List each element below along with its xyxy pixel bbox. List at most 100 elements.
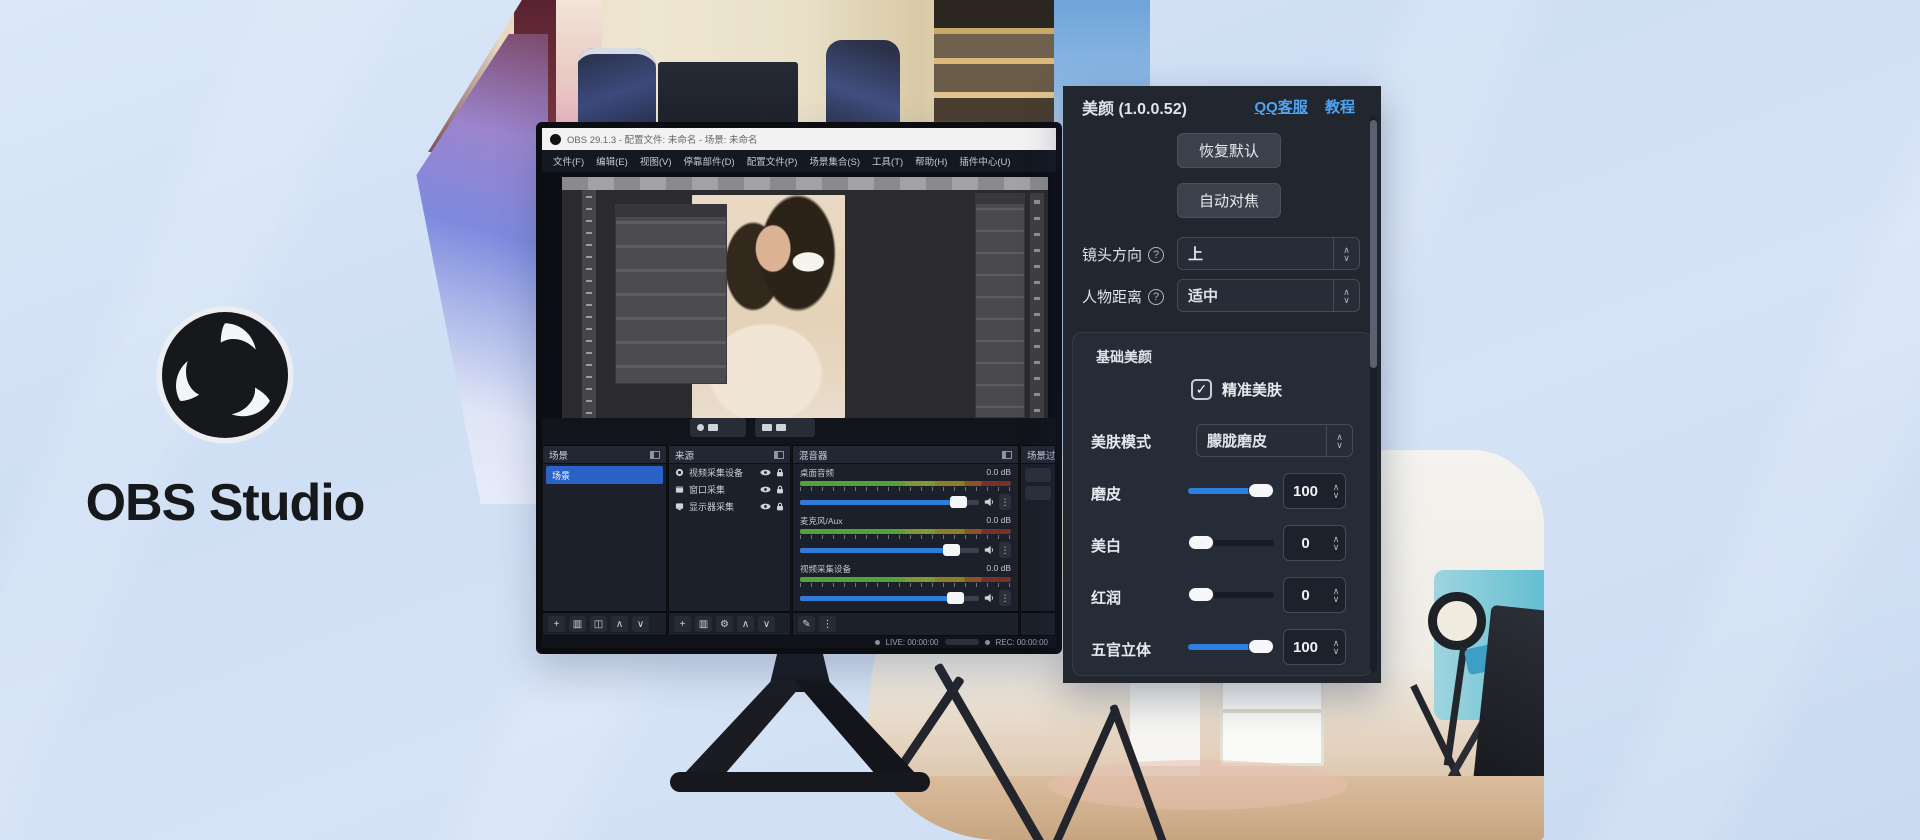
smooth-skin-value-box[interactable]: 100 ∧ ∨ [1283, 473, 1346, 509]
mixer-channel: 麦克风/Aux 0.0 dB ⋮ [793, 512, 1018, 560]
eye-icon[interactable] [760, 469, 771, 476]
volume-handle[interactable] [943, 544, 960, 556]
value-spinner[interactable]: ∧ ∨ [1327, 474, 1345, 508]
dock-popout-icon[interactable] [774, 451, 784, 459]
person-distance-select[interactable]: 适中 ∧ ∨ [1177, 279, 1360, 312]
slider-value: 100 [1284, 483, 1327, 500]
audio-meter [800, 529, 1011, 534]
move-source-up-button[interactable]: ∧ [737, 616, 754, 632]
scene-filters-button[interactable]: ◫ [590, 616, 607, 632]
chevron-down-icon: ∨ [1333, 543, 1340, 551]
value-spinner[interactable]: ∧ ∨ [1327, 526, 1345, 560]
menu-view[interactable]: 视图(V) [635, 152, 677, 170]
volume-handle[interactable] [947, 592, 964, 604]
volume-slider[interactable] [800, 596, 979, 601]
slider-handle[interactable] [1248, 483, 1274, 498]
bitrate-indicator [945, 639, 979, 645]
select-spinner[interactable]: ∧ ∨ [1326, 425, 1352, 456]
transition-select[interactable] [1025, 468, 1051, 482]
eye-icon[interactable] [760, 486, 771, 493]
rosy-slider[interactable] [1188, 592, 1274, 598]
slider-handle[interactable] [1188, 587, 1214, 602]
camera-direction-value: 上 [1178, 243, 1333, 264]
remove-source-button[interactable]: ▥ [695, 616, 712, 632]
lock-icon[interactable] [776, 502, 784, 511]
channel-menu-button[interactable]: ⋮ [999, 590, 1011, 606]
help-icon[interactable]: ? [1148, 247, 1164, 263]
select-spinner[interactable]: ∧ ∨ [1333, 238, 1359, 269]
volume-handle[interactable] [950, 496, 967, 508]
menu-docks[interactable]: 停靠部件(D) [678, 152, 739, 170]
menu-plugin-center[interactable]: 插件中心(U) [954, 152, 1015, 170]
tutorial-link[interactable]: 教程 [1325, 99, 1355, 116]
move-scene-down-button[interactable]: ∨ [632, 616, 649, 632]
menu-tools[interactable]: 工具(T) [867, 152, 908, 170]
ps-panel-icons [1030, 193, 1044, 418]
volume-slider[interactable] [800, 548, 979, 553]
transitions-title: 场景过渡 [1027, 448, 1055, 462]
scene-item-selected[interactable]: 场景 [546, 466, 663, 484]
source-label: 视频采集设备 [689, 466, 755, 479]
chevron-down-icon: ∨ [1333, 595, 1340, 603]
transition-duration[interactable] [1025, 486, 1051, 500]
help-icon[interactable]: ? [1148, 289, 1164, 305]
preview-tab-2[interactable] [755, 418, 815, 437]
obs-preview-canvas[interactable] [542, 172, 1056, 418]
add-scene-button[interactable]: + [548, 616, 565, 632]
lock-icon[interactable] [776, 468, 784, 477]
volume-slider[interactable] [800, 500, 979, 505]
remove-scene-button[interactable]: ▥ [569, 616, 586, 632]
eye-icon[interactable] [760, 503, 771, 510]
ps-layers-panel [615, 204, 727, 384]
move-source-down-button[interactable]: ∨ [758, 616, 775, 632]
channel-menu-button[interactable]: ⋮ [999, 494, 1011, 510]
speaker-icon[interactable] [984, 545, 994, 555]
qq-support-link[interactable]: QQ客服 [1254, 99, 1307, 116]
slider-handle[interactable] [1248, 639, 1274, 654]
value-spinner[interactable]: ∧ ∨ [1327, 578, 1345, 612]
skin-mode-select[interactable]: 朦胧磨皮 ∧ ∨ [1196, 424, 1353, 457]
smooth-skin-slider[interactable] [1188, 488, 1274, 494]
precise-skin-checkbox[interactable]: ✓ [1191, 379, 1212, 400]
mixer-paint-button[interactable]: ✎ [798, 616, 815, 632]
source-item[interactable]: 视频采集设备 [669, 464, 790, 481]
menu-edit[interactable]: 编辑(E) [591, 152, 633, 170]
meter-ticks [800, 535, 1011, 539]
whitening-slider[interactable] [1188, 540, 1274, 546]
face-3d-slider[interactable] [1188, 644, 1274, 650]
transitions-toolbar [1020, 612, 1056, 636]
menu-help[interactable]: 帮助(H) [910, 152, 952, 170]
speaker-icon[interactable] [984, 593, 994, 603]
move-scene-up-button[interactable]: ∧ [611, 616, 628, 632]
source-item[interactable]: 窗口采集 [669, 481, 790, 498]
menu-file[interactable]: 文件(F) [548, 152, 589, 170]
stream-status-dot [875, 640, 880, 645]
slider-handle[interactable] [1188, 535, 1214, 550]
dock-popout-icon[interactable] [650, 451, 660, 459]
scrollbar-thumb[interactable] [1370, 120, 1377, 368]
menu-profile[interactable]: 配置文件(P) [742, 152, 803, 170]
restore-defaults-button[interactable]: 恢复默认 [1177, 133, 1281, 168]
face-3d-value-box[interactable]: 100 ∧ ∨ [1283, 629, 1346, 665]
person-distance-value: 适中 [1178, 285, 1333, 306]
source-properties-button[interactable]: ⚙ [716, 616, 733, 632]
dock-popout-icon[interactable] [1002, 451, 1012, 459]
preview-tab-1[interactable] [690, 418, 746, 437]
channel-menu-button[interactable]: ⋮ [999, 542, 1011, 558]
add-source-button[interactable]: + [674, 616, 691, 632]
chevron-down-icon: ∨ [1333, 491, 1340, 499]
obs-window: OBS 29.1.3 - 配置文件: 未命名 - 场景: 未命名 文件(F) 编… [542, 128, 1056, 648]
menu-scene-collection[interactable]: 场景集合(S) [804, 152, 865, 170]
speaker-icon[interactable] [984, 497, 994, 507]
whitening-value-box[interactable]: 0 ∧ ∨ [1283, 525, 1346, 561]
autofocus-button[interactable]: 自动对焦 [1177, 183, 1281, 218]
panel-scrollbar[interactable] [1370, 116, 1377, 672]
scene-item-label: 场景 [552, 469, 570, 482]
mixer-more-button[interactable]: ⋮ [819, 616, 836, 632]
source-item[interactable]: 显示器采集 [669, 498, 790, 515]
camera-direction-select[interactable]: 上 ∧ ∨ [1177, 237, 1360, 270]
value-spinner[interactable]: ∧ ∨ [1327, 630, 1345, 664]
rosy-value-box[interactable]: 0 ∧ ∨ [1283, 577, 1346, 613]
select-spinner[interactable]: ∧ ∨ [1333, 280, 1359, 311]
lock-icon[interactable] [776, 485, 784, 494]
